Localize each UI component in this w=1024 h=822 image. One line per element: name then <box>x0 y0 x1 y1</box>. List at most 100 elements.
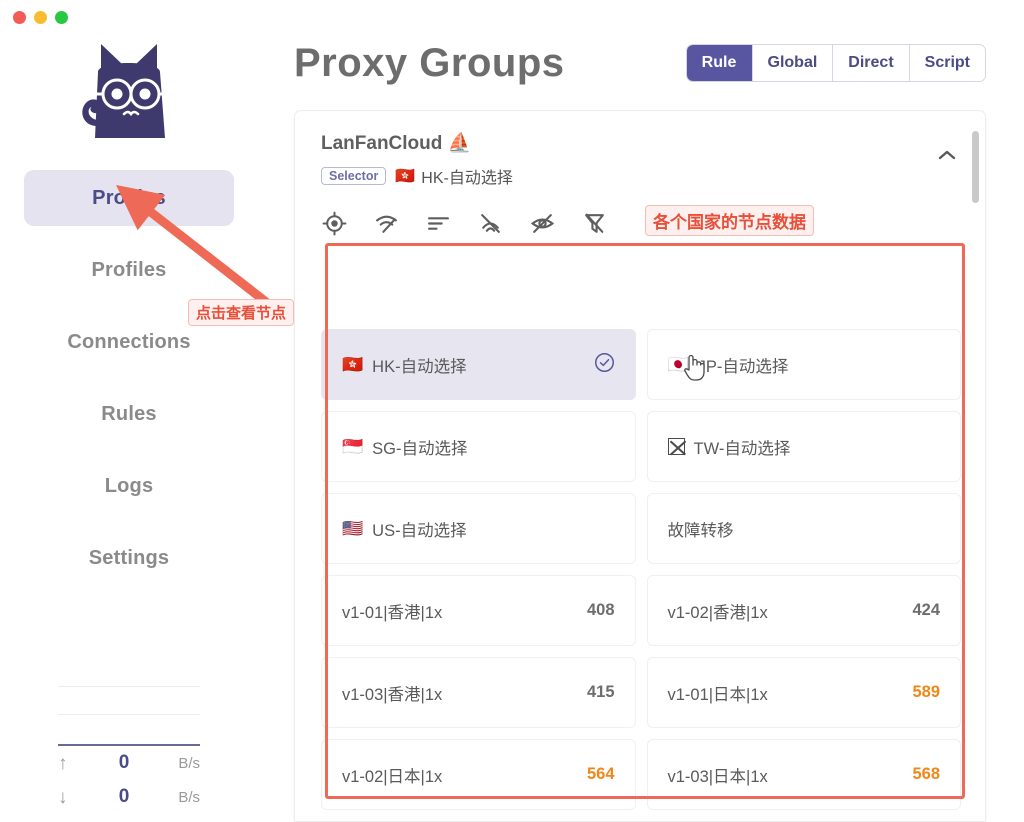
sort-icon[interactable] <box>425 210 451 236</box>
node-label: v1-03|香港|1x <box>342 681 442 705</box>
sidebar-item-proxies[interactable]: Proxies <box>24 170 234 226</box>
node-item[interactable]: v1-02|日本|1x 564 <box>321 739 636 810</box>
group-subtitle: Selector 🇭🇰 HK-自动选择 <box>321 164 959 188</box>
sidebar-item-label: Settings <box>88 546 170 569</box>
node-label: 🇸🇬 SG-自动选择 <box>342 435 468 459</box>
card-scrollbar[interactable] <box>972 131 979 203</box>
sidebar-item-profiles[interactable]: Profiles <box>24 242 234 298</box>
node-item[interactable]: 🇭🇰 HK-自动选择 <box>321 329 636 400</box>
node-label: v1-03|日本|1x <box>668 763 768 787</box>
missing-flag-icon <box>667 438 685 455</box>
node-name: v1-03|香港|1x <box>342 685 443 704</box>
mode-button-global[interactable]: Global <box>752 45 834 81</box>
node-label: 故障转移 <box>668 517 734 541</box>
node-item[interactable]: v1-03|日本|1x 568 <box>646 739 961 810</box>
node-grid: 🇭🇰 HK-自动选择 🇯🇵 JP-自动选择 🇸🇬 SG-自动选择 TW-自动选择 🇺🇸 US-自… <box>321 329 961 821</box>
node-delay: 415 <box>586 683 615 701</box>
group-name: LanFanCloud ⛵ <box>321 131 959 155</box>
sidebar-nav: Proxies Profiles Connections Rules Logs Setti… <box>0 170 258 602</box>
chevron-up-icon[interactable] <box>933 141 961 169</box>
node-delay: 408 <box>586 601 615 619</box>
download-speed-row: ↓ 0 B/s <box>58 780 200 814</box>
speedtest-icon[interactable] <box>373 210 399 236</box>
group-name-text: LanFanCloud <box>321 133 443 154</box>
locate-icon[interactable] <box>321 210 347 236</box>
node-name: SG-自动选择 <box>372 439 468 458</box>
sidebar-item-rules[interactable]: Rules <box>24 386 234 442</box>
close-window-button[interactable] <box>13 11 26 24</box>
graph-axis <box>58 744 200 746</box>
upload-speed-row: ↑ 0 B/s <box>58 746 200 780</box>
card-header: LanFanCloud ⛵ Selector 🇭🇰 HK-自动选择 <box>295 111 985 188</box>
node-item[interactable]: v1-01|香港|1x 408 <box>321 575 636 646</box>
upload-speed-unit: B/s <box>178 754 200 772</box>
mode-button-direct[interactable]: Direct <box>833 45 910 81</box>
node-name: TW-自动选择 <box>693 439 791 458</box>
sidebar-item-connections[interactable]: Connections <box>24 314 234 370</box>
maximize-window-button[interactable] <box>55 11 68 24</box>
mode-button-rule[interactable]: Rule <box>686 45 753 81</box>
mode-button-script[interactable]: Script <box>909 45 985 81</box>
page-title: Proxy Groups <box>294 40 565 85</box>
node-label: 🇭🇰 HK-自动选择 <box>342 353 467 377</box>
window-controls <box>13 11 68 24</box>
sidebar-item-label: Rules <box>101 402 157 425</box>
mode-switch: Rule Global Direct Script <box>685 44 986 82</box>
node-item[interactable]: v1-01|日本|1x 589 <box>646 657 961 728</box>
node-name: HK-自动选择 <box>372 357 467 376</box>
upload-arrow-icon: ↑ <box>58 752 68 774</box>
sidebar-item-settings[interactable]: Settings <box>24 530 234 586</box>
page-header: Proxy Groups Rule Global Direct Script <box>294 32 986 94</box>
flag-icon: 🇸🇬 <box>342 437 364 456</box>
node-label: v1-01|日本|1x <box>668 681 768 705</box>
node-label: 🇺🇸 US-自动选择 <box>342 517 467 541</box>
node-name: JP-自动选择 <box>697 357 789 376</box>
flag-icon: 🇭🇰 <box>342 355 364 374</box>
mouse-cursor-pointer <box>683 352 705 382</box>
node-item[interactable]: 🇺🇸 US-自动选择 <box>321 493 636 564</box>
download-speed-value: 0 <box>118 786 130 807</box>
node-name: v1-02|日本|1x <box>342 767 443 786</box>
status-badge: Selector <box>321 167 387 185</box>
node-label: v1-01|香港|1x <box>342 599 442 623</box>
download-speed-unit: B/s <box>178 788 200 806</box>
main-content: Proxy Groups Rule Global Direct Script LanF… <box>258 0 1024 822</box>
download-arrow-icon: ↓ <box>58 786 68 808</box>
graph-gridline <box>58 714 200 715</box>
node-name: v1-01|香港|1x <box>342 603 443 622</box>
filter-off-icon[interactable] <box>581 210 607 236</box>
node-delay: 568 <box>912 765 940 783</box>
node-name: 故障转移 <box>667 521 734 540</box>
node-item[interactable]: v1-02|香港|1x 424 <box>646 575 961 646</box>
eye-off-icon[interactable] <box>529 210 555 236</box>
traffic-panel: ↑ 0 B/s ↓ 0 B/s <box>0 684 258 814</box>
sailboat-icon: ⛵ <box>447 133 472 154</box>
hk-flag-icon: 🇭🇰 <box>395 168 416 185</box>
node-label: v1-02|香港|1x <box>668 599 768 623</box>
graph-gridline <box>58 686 200 687</box>
no-signal-icon[interactable] <box>477 210 503 236</box>
current-node: 🇭🇰 HK-自动选择 <box>395 164 512 188</box>
node-delay: 424 <box>912 601 940 619</box>
node-name: v1-02|香港|1x <box>667 603 768 622</box>
clash-cat-logo <box>64 26 194 162</box>
node-item[interactable]: 故障转移 <box>646 493 961 564</box>
sidebar-item-logs[interactable]: Logs <box>24 458 234 514</box>
minimize-window-button[interactable] <box>34 11 47 24</box>
current-node-label: HK-自动选择 <box>421 170 513 187</box>
node-grid-scroll[interactable]: 🇭🇰 HK-自动选择 🇯🇵 JP-自动选择 🇸🇬 SG-自动选择 TW-自动选择 🇺🇸 US-自… <box>321 329 961 821</box>
node-label: v1-02|日本|1x <box>342 763 442 787</box>
node-name: US-自动选择 <box>372 521 467 540</box>
node-item[interactable]: 🇸🇬 SG-自动选择 <box>321 411 636 482</box>
proxy-group-card: LanFanCloud ⛵ Selector 🇭🇰 HK-自动选择 🇭🇰 HK-… <box>294 110 986 822</box>
sidebar-item-label: Profiles <box>91 258 167 281</box>
sidebar: Proxies Profiles Connections Rules Logs Setti… <box>0 0 258 822</box>
node-label: TW-自动选择 <box>667 435 791 459</box>
node-name: v1-03|日本|1x <box>667 767 768 786</box>
sidebar-item-label: Connections <box>67 330 191 353</box>
node-item[interactable]: TW-自动选择 <box>646 411 961 482</box>
node-item[interactable]: v1-03|香港|1x 415 <box>321 657 636 728</box>
check-circle-icon <box>594 352 615 378</box>
app-window: Proxies Profiles Connections Rules Logs Setti… <box>0 0 1024 822</box>
traffic-graph <box>58 684 200 746</box>
